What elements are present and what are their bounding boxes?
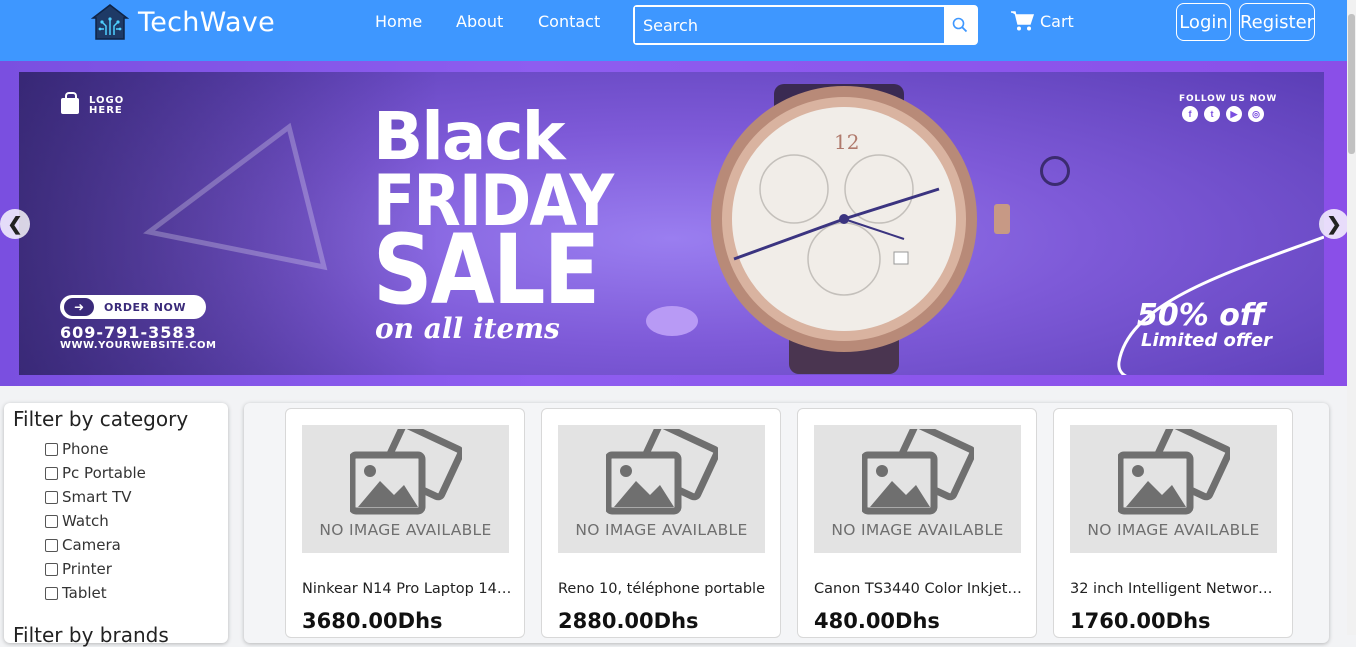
blob-decoration (646, 306, 698, 336)
order-now-button[interactable]: ➜ ORDER NOW (60, 295, 206, 319)
search-button[interactable] (944, 7, 976, 43)
banner-website: WWW.YOURWEBSITE.COM (60, 340, 217, 351)
product-name[interactable]: Ninkear N14 Pro Laptop 14 inch (302, 581, 512, 597)
filter-brands-title: Filter by brands (13, 623, 169, 647)
login-button[interactable]: Login (1176, 3, 1231, 41)
circuit-house-icon (90, 4, 130, 40)
page-scrollbar[interactable] (1347, 0, 1356, 635)
filter-panel: Filter by category Phone Pc Portable Sma… (4, 403, 228, 647)
brand[interactable]: TechWave (90, 2, 275, 42)
chevron-left-icon: ❮ (7, 213, 23, 234)
social-icons: f t ▶ ◎ (1182, 106, 1264, 122)
product-card[interactable]: NO IMAGE AVAILABLE 32 inch Intelligent N… (1053, 408, 1293, 638)
watch-image: 12 (711, 84, 1010, 374)
carousel-prev-button[interactable]: ❮ (0, 209, 30, 239)
brand-name: TechWave (138, 6, 275, 38)
nav-link-home[interactable]: Home (375, 12, 422, 31)
filter-checkbox-camera[interactable]: Camera (45, 536, 121, 554)
search-input[interactable] (635, 7, 945, 43)
ring-decoration (1040, 156, 1070, 186)
no-image-icon (350, 429, 462, 515)
hero-carousel: LOGO HERE Black FRIDAY SALE on all items… (0, 61, 1349, 386)
product-price: 480.00Dhs (814, 609, 940, 633)
youtube-icon: ▶ (1226, 106, 1242, 122)
nav-link-contact[interactable]: Contact (538, 12, 600, 31)
headline-subline: on all items (375, 312, 560, 345)
scrollbar-thumb[interactable] (1348, 14, 1355, 154)
search-icon (952, 17, 968, 33)
no-image-icon (862, 429, 974, 515)
filter-checkbox-phone[interactable]: Phone (45, 440, 108, 458)
register-button[interactable]: Register (1239, 3, 1315, 41)
product-card[interactable]: NO IMAGE AVAILABLE Ninkear N14 Pro Lapto… (285, 408, 525, 638)
follow-label: FOLLOW US NOW (1179, 94, 1278, 104)
arrow-right-icon: ➜ (64, 298, 94, 316)
offer-percentage: 50% off (1137, 298, 1265, 333)
filter-checkbox-printer[interactable]: Printer (45, 560, 112, 578)
no-image-icon (606, 429, 718, 515)
product-card[interactable]: NO IMAGE AVAILABLE Reno 10, téléphone po… (541, 408, 781, 638)
product-price: 1760.00Dhs (1070, 609, 1211, 633)
offer-limited: Limited offer (1141, 330, 1272, 351)
shopping-bag-icon (61, 92, 79, 114)
product-name[interactable]: 32 inch Intelligent Network TV (1070, 581, 1280, 597)
product-image-placeholder: NO IMAGE AVAILABLE (302, 425, 509, 553)
carousel-next-button[interactable]: ❯ (1319, 209, 1349, 239)
filter-category-title: Filter by category (13, 407, 189, 431)
product-price: 3680.00Dhs (302, 609, 443, 633)
navbar: TechWave Home About Contact Cart Login R… (0, 0, 1347, 61)
filter-checkbox-tablet[interactable]: Tablet (45, 584, 107, 602)
twitter-icon: t (1204, 106, 1220, 122)
svg-text:12: 12 (834, 130, 859, 154)
cart-label: Cart (1040, 11, 1074, 31)
product-name[interactable]: Reno 10, téléphone portable (558, 581, 768, 597)
black-friday-banner[interactable]: LOGO HERE Black FRIDAY SALE on all items… (19, 72, 1324, 375)
filter-checkbox-watch[interactable]: Watch (45, 512, 109, 530)
triangle-decoration (143, 122, 328, 271)
nav-link-about[interactable]: About (456, 12, 503, 31)
headline-sale: SALE (373, 214, 600, 326)
product-image-placeholder: NO IMAGE AVAILABLE (558, 425, 765, 553)
instagram-icon: ◎ (1248, 106, 1264, 122)
cart-link[interactable]: Cart (1010, 10, 1074, 32)
product-name[interactable]: Canon TS3440 Color Inkjet Printer (814, 581, 1024, 597)
cart-icon (1011, 11, 1034, 31)
product-price: 2880.00Dhs (558, 609, 699, 633)
facebook-icon: f (1182, 106, 1198, 122)
no-image-icon (1118, 429, 1230, 515)
product-card[interactable]: NO IMAGE AVAILABLE Canon TS3440 Color In… (797, 408, 1037, 638)
search-box (633, 5, 978, 45)
chevron-right-icon: ❯ (1326, 213, 1342, 234)
product-image-placeholder: NO IMAGE AVAILABLE (1070, 425, 1277, 553)
filter-checkbox-pc-portable[interactable]: Pc Portable (45, 464, 146, 482)
product-image-placeholder: NO IMAGE AVAILABLE (814, 425, 1021, 553)
filter-checkbox-smart-tv[interactable]: Smart TV (45, 488, 132, 506)
banner-logo: LOGO HERE (61, 92, 124, 116)
